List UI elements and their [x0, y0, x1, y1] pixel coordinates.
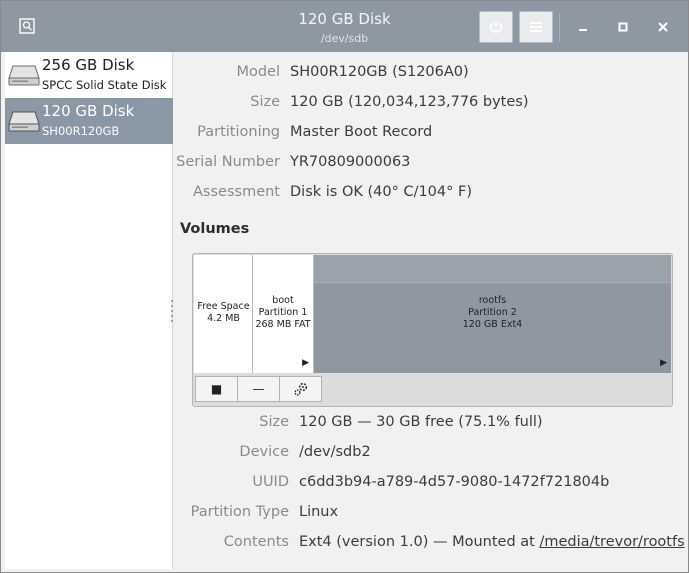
stop-icon: ■: [210, 382, 223, 396]
size-label: Size: [250, 94, 280, 110]
disks-window: 120 GB Disk /dev/sdb 256 GB Disk SPCC So…: [0, 0, 689, 573]
volume-usage-fill: [314, 255, 671, 283]
delete-partition-button[interactable]: —: [237, 376, 280, 402]
maximize-button[interactable]: [613, 17, 633, 37]
volume-label: boot: [272, 295, 294, 306]
volume-label: Free Space: [197, 301, 250, 312]
unmount-button[interactable]: ■: [195, 376, 238, 402]
play-arrow-icon: ▶: [302, 358, 309, 368]
minimize-button[interactable]: [573, 17, 593, 37]
uuid-value: c6dd3b94-a789-4d57-9080-1472f721804b: [299, 474, 610, 490]
volume-partition: Partition 1: [258, 307, 308, 318]
drive-item-120gb[interactable]: 120 GB Disk SH00R120GB: [5, 98, 173, 144]
drive-title: 256 GB Disk: [42, 56, 135, 74]
volume-size: 268 MB FAT: [255, 319, 311, 330]
title-bar[interactable]: 120 GB Disk /dev/sdb: [1, 1, 688, 52]
model-label: Model: [236, 64, 280, 80]
volume-label: rootfs: [478, 295, 507, 306]
partition-settings-button[interactable]: [279, 376, 322, 402]
play-arrow-icon: ▶: [660, 358, 667, 368]
close-button[interactable]: [653, 17, 673, 37]
partition-size-value: 120 GB — 30 GB free (75.1% full): [299, 414, 543, 430]
volume-free-space[interactable]: Free Space 4.2 MB: [194, 255, 253, 373]
contents-text: Ext4 (version 1.0) — Mounted at: [299, 534, 540, 550]
volume-boot-partition[interactable]: boot Partition 1 268 MB FAT ▶: [253, 255, 314, 373]
partition-size-label: Size: [259, 414, 289, 430]
uuid-label: UUID: [252, 474, 289, 490]
drive-subtitle: SPCC Solid State Disk: [42, 78, 167, 92]
power-off-button[interactable]: [479, 11, 513, 43]
contents-label: Contents: [223, 534, 289, 550]
volume-rootfs-partition[interactable]: rootfs Partition 2 120 GB Ext4 ▶: [314, 255, 671, 373]
serial-number-value: YR70809000063: [290, 154, 411, 170]
maximize-icon: [618, 22, 628, 32]
titlebar-separator: [559, 13, 560, 41]
drive-icon: [8, 111, 40, 132]
close-icon: [658, 22, 668, 32]
volume-size: 4.2 MB: [207, 313, 240, 324]
drive-icon: [8, 65, 40, 86]
model-value: SH00R120GB (S1206A0): [290, 64, 469, 80]
contents-value: Ext4 (version 1.0) — Mounted at /media/t…: [299, 534, 685, 550]
partitioning-label: Partitioning: [197, 124, 280, 140]
power-icon: [490, 20, 502, 33]
drive-item-256gb[interactable]: 256 GB Disk SPCC Solid State Disk: [5, 52, 173, 98]
minus-icon: —: [252, 382, 265, 396]
partitioning-value: Master Boot Record: [290, 124, 433, 140]
drive-title: 120 GB Disk: [42, 102, 135, 120]
volumes-heading: Volumes: [180, 221, 250, 237]
volumes-panel: Free Space 4.2 MB boot Partition 1 268 M…: [192, 253, 673, 407]
gear-icon: [293, 382, 307, 396]
mount-point-link[interactable]: /media/trevor/rootfs: [539, 534, 684, 550]
volume-size: 120 GB Ext4: [462, 319, 523, 330]
volume-toolbar: ■ —: [195, 376, 322, 402]
menu-button[interactable]: [519, 11, 553, 43]
assessment-label: Assessment: [193, 184, 280, 200]
hamburger-menu-icon: [530, 22, 542, 32]
serial-number-label: Serial Number: [176, 154, 280, 170]
device-label: Device: [239, 444, 289, 460]
partition-type-value: Linux: [299, 504, 339, 520]
volume-partition: Partition 2: [468, 307, 517, 318]
drive-subtitle: SH00R120GB: [42, 124, 120, 138]
disk-details-pane: Model SH00R120GB (S1206A0) Size 120 GB (…: [171, 52, 688, 572]
minimize-icon: [579, 29, 587, 31]
pane-resize-handle[interactable]: [171, 300, 174, 324]
assessment-value: Disk is OK (40° C/104° F): [290, 184, 472, 200]
partition-map: Free Space 4.2 MB boot Partition 1 268 M…: [194, 255, 671, 373]
size-value: 120 GB (120,034,123,776 bytes): [290, 94, 529, 110]
partition-type-label: Partition Type: [190, 504, 289, 520]
device-value: /dev/sdb2: [299, 444, 371, 460]
drive-list: 256 GB Disk SPCC Solid State Disk 120 GB…: [5, 52, 173, 569]
